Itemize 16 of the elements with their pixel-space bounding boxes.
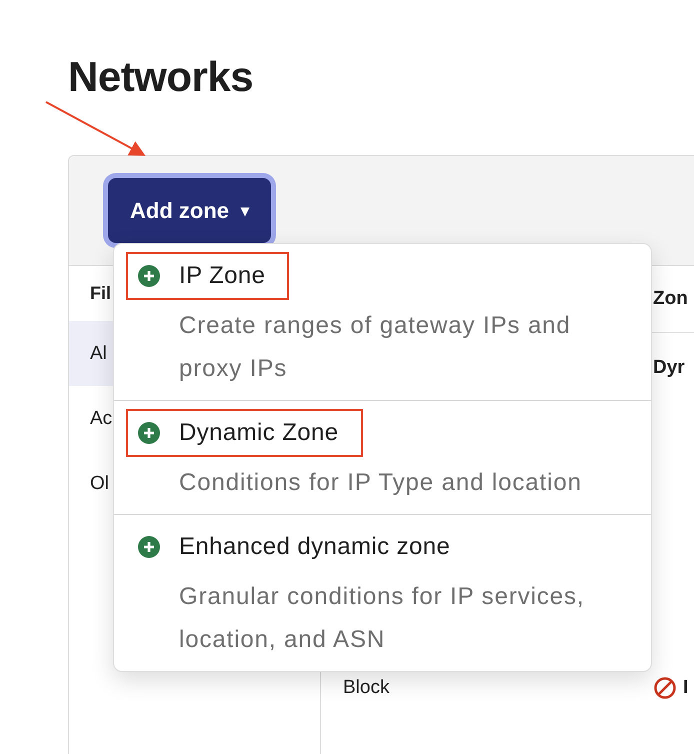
menu-item-description: Conditions for IP Type and location xyxy=(178,468,583,498)
column-header: Zon xyxy=(653,288,688,310)
menu-item[interactable]: IP Zone xyxy=(179,262,266,290)
menu-item-description: Granular conditions for IP services, location, and ASN xyxy=(178,582,586,655)
filter-heading: Fil xyxy=(90,283,111,303)
add-zone-button[interactable]: Add zone ▾ xyxy=(108,178,271,243)
menu-item[interactable]: Enhanced dynamic zone xyxy=(179,533,450,561)
table-cell: Dyr xyxy=(653,357,685,379)
plus-icon xyxy=(138,536,160,558)
plus-icon xyxy=(138,422,160,444)
menu-item-description: Create ranges of gateway IPs and proxy IPs xyxy=(178,311,572,384)
menu-item[interactable]: Dynamic Zone xyxy=(179,419,339,447)
plus-icon xyxy=(138,265,160,287)
page-title: Networks xyxy=(67,52,254,102)
table-cell: Block xyxy=(343,677,390,698)
table-cell: I xyxy=(683,677,688,699)
